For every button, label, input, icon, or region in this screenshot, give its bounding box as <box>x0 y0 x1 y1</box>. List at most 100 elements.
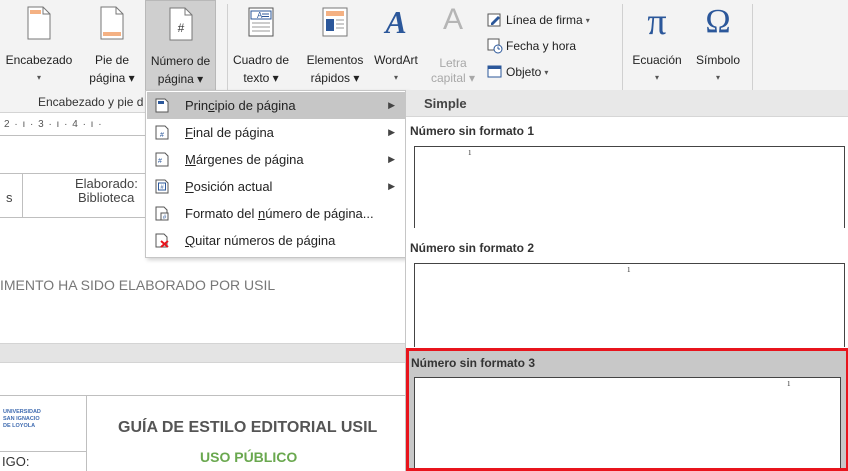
header-caret: ▾ <box>36 73 41 82</box>
wordart-button[interactable]: A WordArt ▾ <box>370 0 422 92</box>
equation-caret: ▾ <box>654 73 659 82</box>
code-label: IGO: <box>2 454 30 469</box>
menu-item-label: Principio de página <box>185 98 296 113</box>
gallery-item-plain-number-3[interactable]: Número sin formato 3 1 <box>406 348 848 471</box>
drop-cap-glyph: A <box>442 3 464 36</box>
drop-cap-button[interactable]: A Letra capital ▾ <box>426 0 480 92</box>
text-box-label: Cuadro de <box>232 53 290 67</box>
text-box-icon: A <box>248 6 274 42</box>
format-page-number-icon: # <box>155 206 169 221</box>
menu-item-top-of-page[interactable]: Principio de página ▶ <box>147 92 405 119</box>
submenu-arrow-icon: ▶ <box>388 100 395 110</box>
table-line <box>0 395 405 396</box>
footer-button[interactable]: Pie de página ▾ <box>78 0 146 92</box>
menu-item-label-part: ipio de página <box>214 98 296 113</box>
svg-text:#: # <box>158 158 162 165</box>
text-box-label-2: texto ▾ <box>243 71 279 85</box>
gallery-header: Simple <box>406 90 848 117</box>
page-number-preview: 1 <box>468 149 472 157</box>
usil-logo: UNIVERSIDAD SAN IGNACIO DE LOYOLA <box>3 409 41 430</box>
current-position-icon: # <box>155 179 169 194</box>
menu-item-label-part: úmero de página... <box>265 206 374 221</box>
menu-item-label: Posición actual <box>185 179 272 194</box>
date-time-label: Fecha y hora <box>506 39 577 53</box>
signature-line-icon <box>487 13 501 27</box>
menu-item-label-part: Q <box>185 233 196 248</box>
drop-cap-label-2: capital ▾ <box>430 71 476 85</box>
menu-item-label-part: F <box>185 125 193 140</box>
menu-item-label-part: Prin <box>185 98 209 113</box>
logo-line: DE LOYOLA <box>3 423 36 429</box>
menu-item-remove-page-numbers[interactable]: Quitar números de página <box>147 227 405 254</box>
menu-item-label: Final de página <box>185 125 274 140</box>
footer-label: Pie de <box>94 53 130 67</box>
date-time-icon <box>487 38 503 54</box>
submenu-arrow-icon: ▶ <box>388 154 395 164</box>
wordart-label: WordArt <box>374 53 418 67</box>
omega-icon: Ω <box>705 3 731 40</box>
biblioteca-label: Biblioteca <box>78 190 135 205</box>
object-icon <box>487 65 502 78</box>
text-box-button[interactable]: A Cuadro de texto ▾ <box>228 0 294 92</box>
document-banner-text: IMENTO HA SIDO ELABORADO POR USIL <box>0 277 276 293</box>
menu-item-page-margins[interactable]: # Márgenes de página ▶ <box>147 146 405 173</box>
footer-icon <box>100 6 124 44</box>
page-number-label-2: página ▾ <box>157 72 204 86</box>
gallery-page-preview: 1 <box>414 263 845 347</box>
page-margins-icon: # <box>155 152 169 167</box>
table-line <box>0 451 86 452</box>
menu-item-label-part: árgenes de página <box>195 152 304 167</box>
menu-item-label-part: M <box>185 152 196 167</box>
signature-line-caret: ▾ <box>585 15 590 25</box>
header-icon <box>27 6 51 44</box>
page-number-button[interactable]: # Número de página ▾ <box>145 0 216 92</box>
gallery-page-preview: 1 <box>414 146 845 228</box>
menu-item-label: Formato del número de página... <box>185 206 374 221</box>
menu-item-bottom-of-page[interactable]: # Final de página ▶ <box>147 119 405 146</box>
menu-item-label: Quitar números de página <box>185 233 335 248</box>
header-label: Encabezado <box>5 53 73 67</box>
equation-button[interactable]: π Ecuación ▾ <box>624 0 690 92</box>
page-number-menu: Principio de página ▶ # Final de página … <box>145 90 407 258</box>
svg-text:#: # <box>160 132 164 139</box>
menu-item-format-page-numbers[interactable]: # Formato del número de página... <box>147 200 405 227</box>
gallery-item-title: Número sin formato 2 <box>410 241 535 255</box>
gallery-item-title: Número sin formato 3 <box>411 356 536 370</box>
pi-icon: π <box>647 1 667 43</box>
group-label-header-footer: Encabezado y pie d <box>38 95 144 109</box>
svg-text:A: A <box>257 11 263 20</box>
menu-item-label-part: P <box>185 179 194 194</box>
page-number-preview: 1 <box>787 380 791 388</box>
menu-item-label-part: osición actual <box>193 179 273 194</box>
menu-item-current-position[interactable]: # Posición actual ▶ <box>147 173 405 200</box>
menu-item-label-part: uitar números de página <box>195 233 336 248</box>
drop-cap-icon: A <box>443 2 463 38</box>
equation-label: Ecuación <box>632 53 682 67</box>
gallery-item-plain-number-2[interactable]: Número sin formato 2 1 <box>406 235 848 347</box>
menu-item-label-part: inal de página <box>192 125 274 140</box>
signature-line-button[interactable]: Línea de firma ▾ <box>487 10 590 30</box>
submenu-arrow-icon: ▶ <box>388 127 395 137</box>
table-cell-text: s <box>6 190 13 205</box>
gallery-item-title: Número sin formato 1 <box>410 124 535 138</box>
menu-item-label-part: Formato del <box>185 206 258 221</box>
drop-cap-label: Letra <box>439 56 467 70</box>
date-time-button[interactable]: Fecha y hora <box>487 36 576 56</box>
signature-line-label: Línea de firma <box>506 13 583 27</box>
header-button[interactable]: Encabezado ▾ <box>2 0 76 92</box>
guide-subtitle: USO PÚBLICO <box>200 449 298 465</box>
gallery-item-plain-number-1[interactable]: Número sin formato 1 1 <box>406 118 848 228</box>
table-line <box>0 217 150 218</box>
page-number-label: Número de <box>150 54 211 68</box>
horizontal-ruler[interactable]: 2 · ı · 3 · ı · 4 · ı · <box>0 115 150 135</box>
wordart-caret: ▾ <box>393 73 398 82</box>
ruler-divider <box>0 135 150 136</box>
object-button[interactable]: Objeto ▾ <box>487 62 548 82</box>
quick-parts-label: Elementos <box>306 53 364 67</box>
svg-text:#: # <box>177 21 184 35</box>
table-line <box>22 173 23 218</box>
page-bottom-icon: # <box>155 125 169 140</box>
quick-parts-button[interactable]: Elementos rápidos ▾ <box>298 0 372 92</box>
symbol-button[interactable]: Ω Símbolo ▾ <box>690 0 746 92</box>
logo-line: SAN IGNACIO <box>3 416 40 422</box>
